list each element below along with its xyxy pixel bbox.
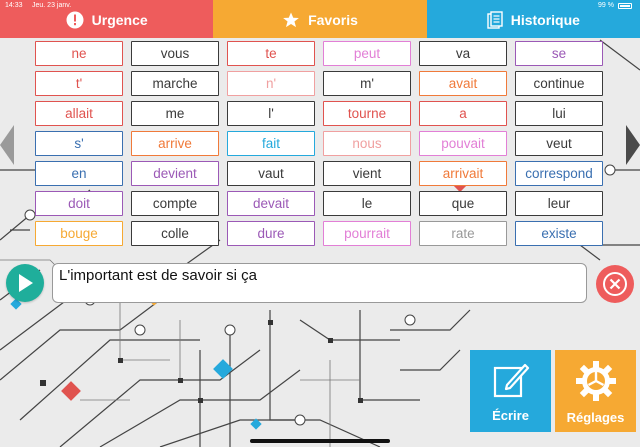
status-bar: 14:33 Jeu. 23 janv. 99 % — [0, 0, 640, 12]
clear-button[interactable] — [596, 265, 634, 303]
word-button[interactable]: doit — [35, 191, 123, 216]
pencil-edit-icon — [493, 363, 529, 398]
word-button[interactable]: tourne — [323, 101, 411, 126]
word-button[interactable]: va — [419, 41, 507, 66]
word-button[interactable]: devient — [131, 161, 219, 186]
word-button[interactable]: lui — [515, 101, 603, 126]
word-button[interactable]: vaut — [227, 161, 315, 186]
word-button[interactable]: n' — [227, 71, 315, 96]
word-button[interactable]: compte — [131, 191, 219, 216]
word-button[interactable]: colle — [131, 221, 219, 246]
play-button[interactable] — [6, 264, 44, 302]
word-button[interactable]: veut — [515, 131, 603, 156]
word-button[interactable]: vous — [131, 41, 219, 66]
message-input[interactable]: L'important est de savoir si ça — [52, 263, 587, 303]
write-button-label: Écrire — [492, 408, 529, 423]
tab-historique-label: Historique — [510, 12, 580, 28]
settings-button-label: Réglages — [566, 410, 625, 425]
word-button[interactable]: continue — [515, 71, 603, 96]
word-button[interactable]: m' — [323, 71, 411, 96]
word-button[interactable]: arrive — [131, 131, 219, 156]
word-button[interactable]: allait — [35, 101, 123, 126]
word-grid: ne vous te peut va se t' marche n' m' avait continu… — [35, 41, 603, 246]
star-icon — [282, 11, 300, 29]
tab-urgence-label: Urgence — [91, 12, 148, 28]
next-page-arrow-icon[interactable] — [626, 125, 640, 165]
word-button[interactable]: le — [323, 191, 411, 216]
word-button[interactable]: existe — [515, 221, 603, 246]
word-button[interactable]: devait — [227, 191, 315, 216]
history-list-icon — [487, 11, 503, 29]
word-button[interactable]: rate — [419, 221, 507, 246]
status-date: Jeu. 23 janv. — [32, 2, 72, 9]
word-button[interactable]: avait — [419, 71, 507, 96]
word-button[interactable]: arrivait — [419, 161, 507, 186]
word-button[interactable]: l' — [227, 101, 315, 126]
close-circle-icon — [603, 272, 627, 296]
word-button[interactable]: marche — [131, 71, 219, 96]
exclamation-circle-icon — [66, 11, 84, 29]
word-button[interactable]: pourrait — [323, 221, 411, 246]
word-button[interactable]: nous — [323, 131, 411, 156]
word-button[interactable]: peut — [323, 41, 411, 66]
settings-button[interactable]: Réglages — [555, 350, 636, 432]
word-button[interactable]: dure — [227, 221, 315, 246]
play-icon — [19, 274, 33, 292]
word-button[interactable]: me — [131, 101, 219, 126]
battery-icon — [618, 2, 632, 9]
battery-percent: 99 % — [598, 2, 614, 9]
word-button[interactable]: se — [515, 41, 603, 66]
word-button[interactable]: pouvait — [419, 131, 507, 156]
previous-page-arrow-icon[interactable] — [0, 125, 14, 165]
gear-icon — [575, 361, 616, 401]
word-button[interactable]: leur — [515, 191, 603, 216]
word-button[interactable]: vient — [323, 161, 411, 186]
word-button[interactable]: en — [35, 161, 123, 186]
word-button[interactable]: t' — [35, 71, 123, 96]
word-button[interactable]: te — [227, 41, 315, 66]
tab-favoris-label: Favoris — [308, 12, 358, 28]
word-button[interactable]: s' — [35, 131, 123, 156]
home-indicator — [250, 439, 390, 443]
write-button[interactable]: Écrire — [470, 350, 551, 432]
word-button[interactable]: a — [419, 101, 507, 126]
word-button[interactable]: que — [419, 191, 507, 216]
word-button[interactable]: bouge — [35, 221, 123, 246]
status-time: 14:33 — [5, 2, 23, 9]
word-button[interactable]: correspond — [515, 161, 603, 186]
word-button[interactable]: ne — [35, 41, 123, 66]
status-right: 99 % — [598, 2, 632, 9]
word-button[interactable]: fait — [227, 131, 315, 156]
